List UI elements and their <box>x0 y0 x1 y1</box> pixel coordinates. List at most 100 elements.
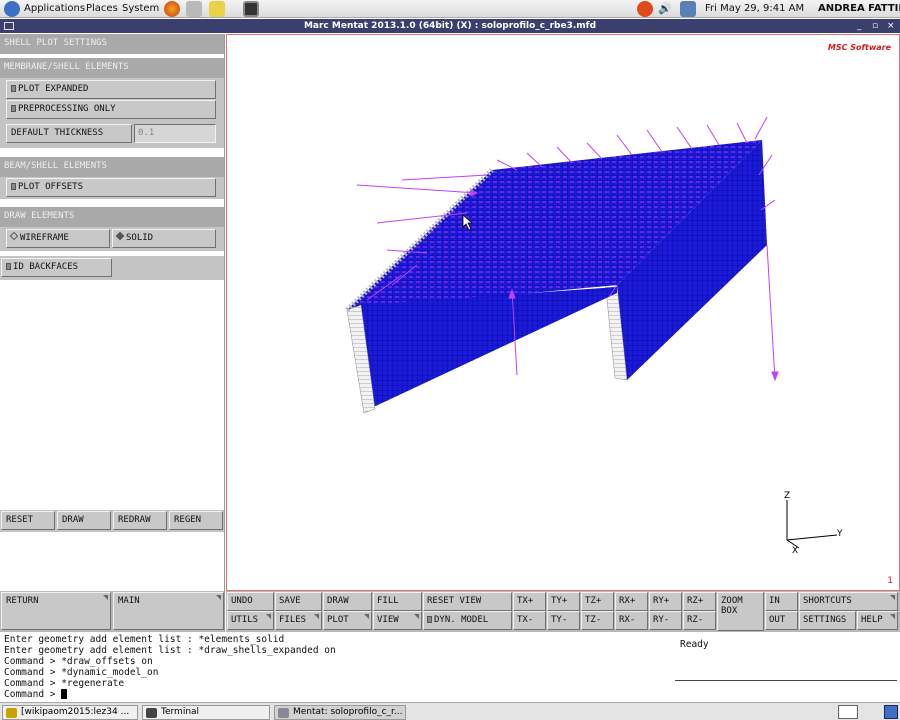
settings-launcher-icon[interactable] <box>186 1 202 17</box>
regen-button[interactable]: REGEN <box>169 511 223 530</box>
taskbar-item-terminal[interactable]: Terminal <box>142 705 270 720</box>
user-menu[interactable]: ANDREA FATTINI <box>818 3 900 14</box>
gnome-foot-icon[interactable] <box>4 1 20 17</box>
default-thickness-button[interactable]: DEFAULT THICKNESS <box>6 124 132 143</box>
view-toolbar: UNDO SAVE DRAW FILL RESET VIEW TX+ TY+ T… <box>226 591 900 632</box>
membrane-section-header: MEMBRANE/SHELL ELEMENTS <box>0 58 224 78</box>
utils-button[interactable]: UTILS <box>227 611 274 630</box>
undo-button[interactable]: UNDO <box>227 592 274 611</box>
firefox-icon[interactable] <box>164 1 180 17</box>
console-line: Command > *regenerate <box>4 678 125 689</box>
dyn-model-button[interactable]: DYN. MODEL <box>423 611 512 630</box>
radio-off-icon <box>9 231 19 241</box>
files-button[interactable]: FILES <box>275 611 322 630</box>
terminal-launcher-icon[interactable] <box>243 1 259 17</box>
main-button[interactable]: MAIN <box>113 592 224 630</box>
panel-title: SHELL PLOT SETTINGS <box>0 34 224 54</box>
close-button[interactable]: × <box>887 19 895 33</box>
axis-y-label: Y <box>836 529 843 539</box>
applications-menu[interactable]: Applications <box>24 3 85 14</box>
beam-section-header: BEAM/SHELL ELEMENTS <box>0 157 224 177</box>
workspace-switcher-icon[interactable] <box>884 705 898 719</box>
ry-plus-button[interactable]: RY+ <box>649 592 682 611</box>
id-backfaces-button[interactable]: ID BACKFACES <box>1 258 112 277</box>
ry-minus-button[interactable]: RY- <box>649 611 682 630</box>
axis-triad <box>786 500 838 549</box>
rx-minus-button[interactable]: RX- <box>615 611 648 630</box>
editor-icon <box>6 708 17 718</box>
toggle-indicator-icon <box>6 263 11 270</box>
save-button[interactable]: SAVE <box>275 592 322 611</box>
command-console[interactable]: Enter geometry add element list : *eleme… <box>0 632 900 702</box>
corner-arrow-icon <box>314 614 319 619</box>
membrane-section: PLOT EXPANDED PREPROCESSING ONLY DEFAULT… <box>0 78 224 148</box>
tz-minus-button[interactable]: TZ- <box>581 611 614 630</box>
tx-plus-button[interactable]: TX+ <box>513 592 546 611</box>
text-cursor <box>61 689 68 699</box>
window-menu-icon[interactable] <box>4 22 14 30</box>
view-button[interactable]: VIEW <box>373 611 422 630</box>
window-title: Marc Mentat 2013.1.0 (64bit) (X) : solop… <box>303 21 597 31</box>
ty-minus-button[interactable]: TY- <box>547 611 580 630</box>
corner-arrow-icon <box>216 595 221 600</box>
reset-button[interactable]: RESET <box>1 511 55 530</box>
default-thickness-field[interactable]: 0.1 <box>134 124 216 143</box>
rx-plus-button[interactable]: RX+ <box>615 592 648 611</box>
tz-plus-button[interactable]: TZ+ <box>581 592 614 611</box>
zoom-box-button[interactable]: ZOOM BOX <box>717 592 764 631</box>
tx-minus-button[interactable]: TX- <box>513 611 546 630</box>
places-menu[interactable]: Places <box>86 3 118 14</box>
draw-tb-button[interactable]: DRAW <box>323 592 372 611</box>
toggle-indicator-icon <box>11 183 16 190</box>
rz-minus-button[interactable]: RZ- <box>683 611 716 630</box>
plot-button[interactable]: PLOT <box>323 611 372 630</box>
minimize-button[interactable]: _ <box>857 19 862 33</box>
toggle-indicator-icon <box>11 85 16 92</box>
mesh-model: Z Y X <box>345 116 843 556</box>
return-button[interactable]: RETURN <box>1 592 111 630</box>
taskbar-item-editor[interactable]: [wikipaom2015:lez34 ... <box>2 705 138 720</box>
status-text: Ready <box>680 639 709 650</box>
console-line: Command > *dynamic_model_on <box>4 667 159 678</box>
corner-arrow-icon <box>890 614 895 619</box>
draw-section: WIREFRAME SOLID <box>0 227 224 251</box>
clock[interactable]: Fri May 29, 9:41 AM <box>705 3 804 14</box>
preprocessing-only-button[interactable]: PREPROCESSING ONLY <box>6 100 216 119</box>
shortcuts-button[interactable]: SHORTCUTS <box>799 592 898 611</box>
corner-arrow-icon <box>364 614 369 619</box>
solid-radio[interactable]: SOLID <box>112 229 216 248</box>
window-icon <box>278 708 289 718</box>
corner-arrow-icon <box>266 614 271 619</box>
help-button[interactable]: HELP <box>857 611 898 630</box>
axis-z-label: Z <box>784 491 790 501</box>
network-icon[interactable] <box>680 1 696 17</box>
maximize-button[interactable]: ▫ <box>872 19 878 33</box>
terminal-icon <box>146 708 157 718</box>
plot-expanded-button[interactable]: PLOT EXPANDED <box>6 80 216 99</box>
graphics-viewport[interactable]: MSC Software Z Y X 1 <box>226 34 900 591</box>
wireframe-radio[interactable]: WIREFRAME <box>6 229 110 248</box>
update-notifier-icon[interactable] <box>637 1 653 17</box>
fill-button[interactable]: FILL <box>373 592 422 611</box>
zoom-in-button[interactable]: IN <box>765 592 798 611</box>
settings-button[interactable]: SETTINGS <box>799 611 856 630</box>
taskbar-item-mentat[interactable]: Mentat: soloprofilo_c_r... <box>274 705 406 720</box>
plot-offsets-button[interactable]: PLOT OFFSETS <box>6 178 216 197</box>
console-line: Enter geometry add element list : *eleme… <box>4 634 285 645</box>
text-editor-icon[interactable] <box>209 1 225 17</box>
reset-view-button[interactable]: RESET VIEW <box>423 592 512 611</box>
gnome-top-panel: Applications Places System 🔊 Fri May 29,… <box>0 0 900 18</box>
ty-plus-button[interactable]: TY+ <box>547 592 580 611</box>
redraw-button[interactable]: REDRAW <box>113 511 167 530</box>
draw-button[interactable]: DRAW <box>57 511 111 530</box>
rz-plus-button[interactable]: RZ+ <box>683 592 716 611</box>
show-desktop-icon[interactable] <box>838 705 858 719</box>
backfaces-section: ID BACKFACES <box>0 256 224 280</box>
corner-arrow-icon <box>890 595 895 600</box>
window-titlebar[interactable]: Marc Mentat 2013.1.0 (64bit) (X) : solop… <box>0 19 900 33</box>
zoom-out-button[interactable]: OUT <box>765 611 798 630</box>
viewport-number: 1 <box>887 576 893 586</box>
volume-icon[interactable]: 🔊 <box>658 2 672 15</box>
system-menu[interactable]: System <box>122 3 159 14</box>
command-input[interactable]: Command > <box>4 689 68 700</box>
